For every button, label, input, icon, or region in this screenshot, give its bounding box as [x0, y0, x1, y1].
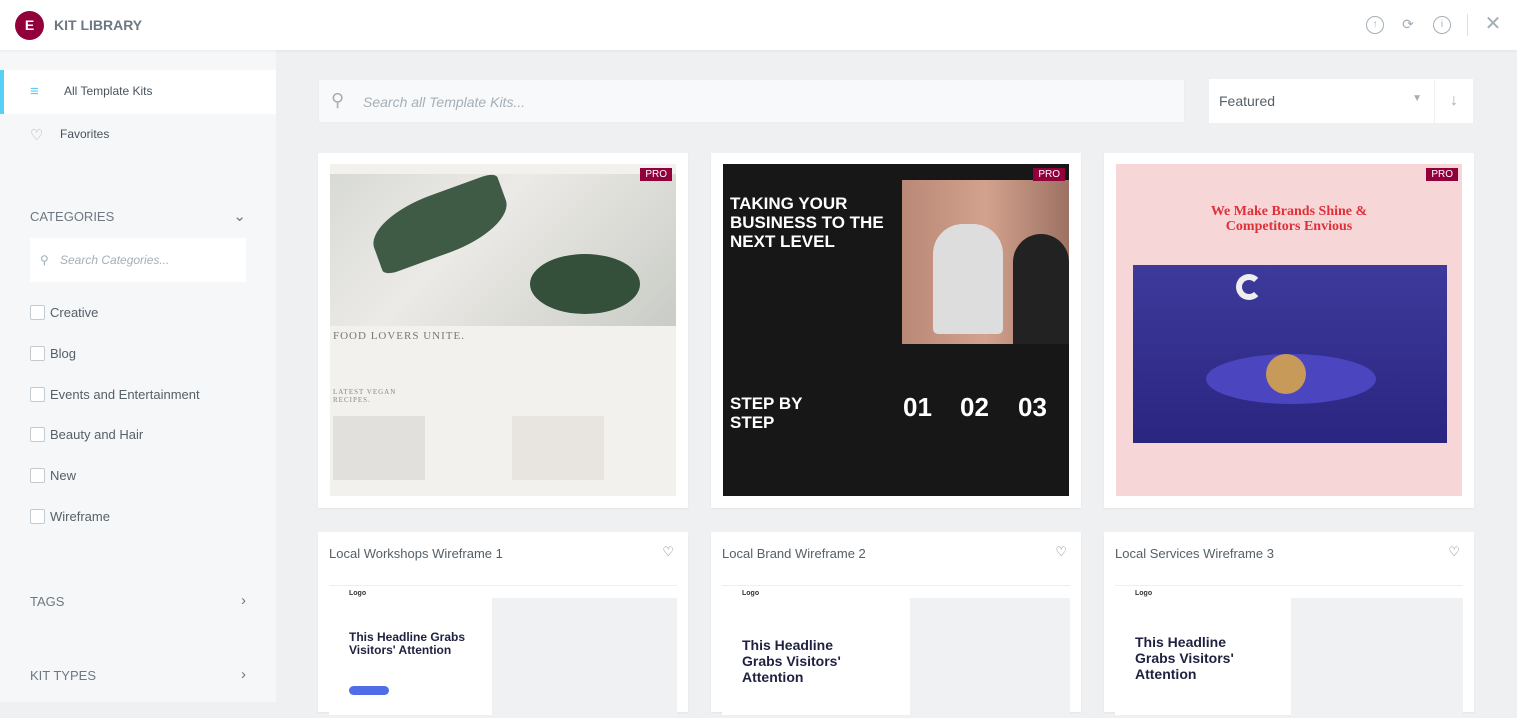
favorite-heart-icon[interactable]: ♡	[1055, 544, 1067, 560]
pro-badge: PRO	[1426, 168, 1458, 181]
info-icon[interactable]: i	[1433, 16, 1451, 34]
search-placeholder: Search all Template Kits...	[363, 94, 526, 110]
category-checkbox-events[interactable]: Events and Entertainment	[30, 387, 200, 402]
kit-search-input[interactable]: ⚲ Search all Template Kits...	[318, 79, 1185, 123]
kit-thumbnail: PRO FOOD LOVERS UNITE. LATEST VEGAN RECI…	[330, 164, 676, 496]
sidebar-item-label: All Template Kits	[64, 84, 153, 98]
thumb-sub: STEP BY STEP	[730, 394, 803, 432]
thumb-headline: We Make Brands Shine & Competitors Envio…	[1210, 204, 1368, 234]
kit-thumbnail: Logo This Headline Grabs Visitors' Atten…	[722, 585, 1070, 718]
chevron-right-icon: ›	[241, 666, 246, 683]
kit-card[interactable]: Local Services Wireframe 3 ♡ Logo This H…	[1104, 532, 1474, 718]
pro-badge: PRO	[1033, 168, 1065, 181]
kit-title: Local Workshops Wireframe 1	[329, 546, 503, 561]
kit-card[interactable]: PRO FOOD LOVERS UNITE. LATEST VEGAN RECI…	[318, 153, 688, 508]
category-checkbox-blog[interactable]: Blog	[30, 346, 76, 361]
sidebar-item-favorites[interactable]: ♡ Favorites	[0, 113, 276, 157]
category-checkbox-creative[interactable]: Creative	[30, 305, 98, 320]
kit-thumbnail: PRO We Make Brands Shine & Competitors E…	[1116, 164, 1462, 496]
filter-icon: ≡	[30, 83, 39, 100]
favorite-heart-icon[interactable]: ♡	[662, 544, 674, 560]
kit-card[interactable]: PRO TAKING YOUR BUSINESS TO THE NEXT LEV…	[711, 153, 1081, 508]
close-icon[interactable]: ✕	[1484, 14, 1502, 34]
categories-search-input[interactable]: ⚲ Search Categories...	[30, 238, 246, 282]
arrow-down-icon: ↓	[1450, 92, 1458, 109]
kit-types-label: KIT TYPES	[30, 668, 96, 683]
header: E KIT LIBRARY ↑ ⟳ i ✕	[0, 0, 1517, 50]
kit-card[interactable]: Local Brand Wireframe 2 ♡ Logo This Head…	[711, 532, 1081, 718]
thumb-headline: FOOD LOVERS UNITE.	[333, 330, 465, 342]
sidebar-item-all-template-kits[interactable]: ≡ All Template Kits	[0, 70, 276, 114]
kit-thumbnail: PRO TAKING YOUR BUSINESS TO THE NEXT LEV…	[723, 164, 1069, 496]
upload-icon[interactable]: ↑	[1366, 16, 1384, 34]
sidebar: ≡ All Template Kits ♡ Favorites CATEGORI…	[0, 50, 276, 702]
chevron-right-icon: ›	[241, 592, 246, 609]
app-title: KIT LIBRARY	[54, 17, 143, 33]
kit-thumbnail: Logo This Headline Grabs Visitors' Atten…	[329, 585, 677, 718]
kit-title: Local Services Wireframe 3	[1115, 546, 1274, 561]
heart-icon: ♡	[30, 127, 44, 144]
thumb-step: 03	[1018, 392, 1047, 422]
tags-toggle[interactable]: TAGS ›	[30, 592, 246, 609]
category-checkbox-beauty[interactable]: Beauty and Hair	[30, 427, 143, 442]
categories-toggle[interactable]: CATEGORIES ⌄	[30, 208, 246, 225]
elementor-logo: E	[15, 11, 44, 40]
pro-badge: PRO	[640, 168, 672, 181]
kit-types-toggle[interactable]: KIT TYPES ›	[30, 666, 246, 683]
sidebar-item-label: Favorites	[60, 127, 110, 141]
sort-direction-button[interactable]: ↓	[1435, 79, 1473, 123]
caret-down-icon: ▼	[1412, 93, 1422, 104]
sync-icon[interactable]: ⟳	[1399, 16, 1417, 34]
category-checkbox-wireframe[interactable]: Wireframe	[30, 509, 110, 524]
kit-title: Local Brand Wireframe 2	[722, 546, 866, 561]
categories-label: CATEGORIES	[30, 209, 115, 224]
categories-search-placeholder: Search Categories...	[60, 253, 170, 267]
kit-card[interactable]: PRO We Make Brands Shine & Competitors E…	[1104, 153, 1474, 508]
chevron-down-icon: ⌄	[233, 208, 246, 225]
sort-select[interactable]: Featured ▼	[1209, 79, 1434, 123]
category-checkbox-new[interactable]: New	[30, 468, 76, 483]
thumb-sub: LATEST VEGAN RECIPES.	[333, 388, 397, 404]
kit-thumbnail: Logo This Headline Grabs Visitors' Atten…	[1115, 585, 1463, 718]
search-icon: ⚲	[40, 253, 49, 267]
divider	[1467, 14, 1468, 36]
kit-card[interactable]: Local Workshops Wireframe 1 ♡ Logo This …	[318, 532, 688, 718]
thumb-step: 01	[903, 392, 932, 422]
favorite-heart-icon[interactable]: ♡	[1448, 544, 1460, 560]
search-icon: ⚲	[331, 90, 345, 110]
tags-label: TAGS	[30, 594, 65, 609]
thumb-step: 02	[960, 392, 989, 422]
thumb-headline: TAKING YOUR BUSINESS TO THE NEXT LEVEL	[730, 194, 884, 251]
sort-value: Featured	[1219, 93, 1276, 109]
